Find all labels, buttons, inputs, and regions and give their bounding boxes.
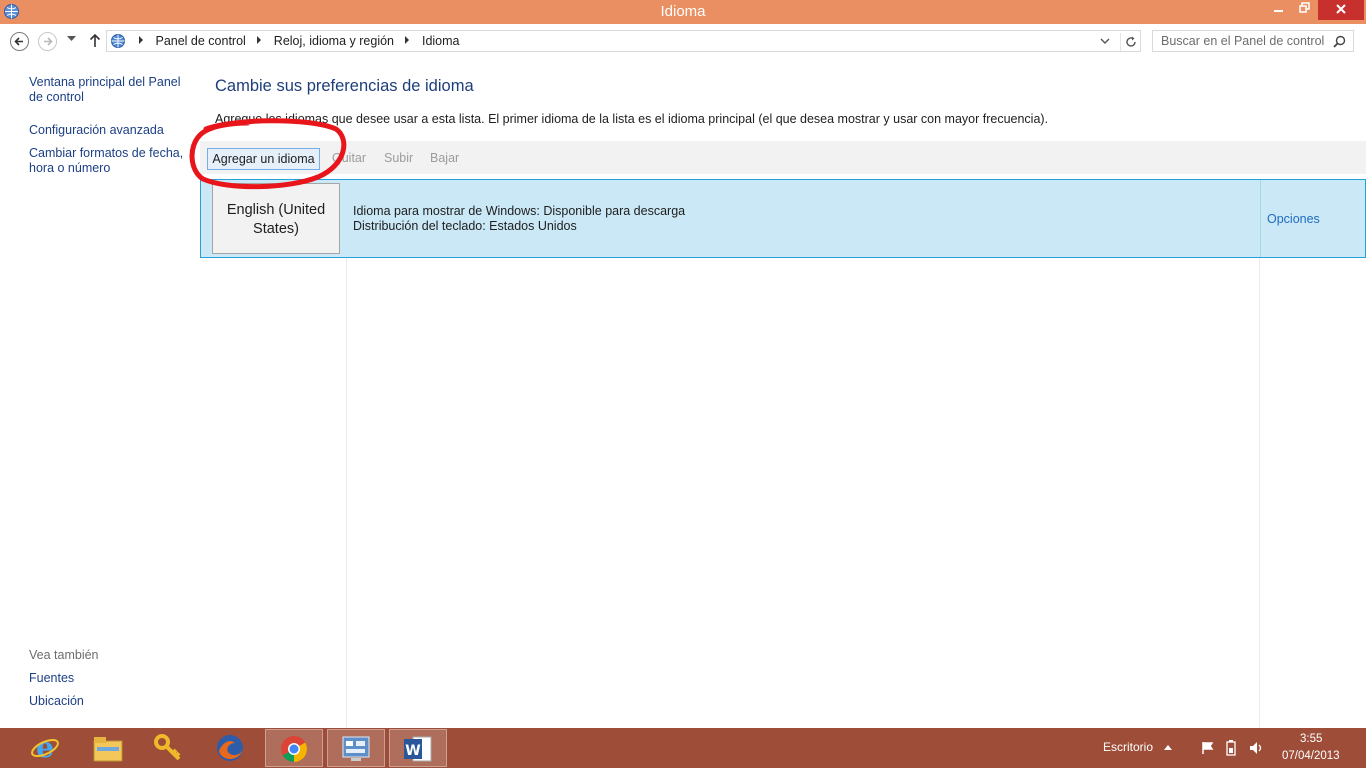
left-navigation-pane: Ventana principal del Panel de control C…	[0, 58, 200, 728]
firefox-icon	[217, 735, 243, 761]
chrome-icon	[281, 736, 307, 762]
breadcrumb-separator-icon[interactable]	[405, 36, 410, 44]
close-icon	[1336, 4, 1346, 14]
minimize-icon	[1273, 10, 1283, 12]
language-display-info: Idioma para mostrar de Windows: Disponib…	[353, 204, 686, 218]
svg-text:W: W	[405, 743, 420, 759]
window-title: Idioma	[660, 3, 706, 20]
link-fonts[interactable]: Fuentes	[29, 671, 197, 686]
language-tile[interactable]: English (United States)	[212, 183, 340, 254]
taskbar-chrome[interactable]	[265, 729, 323, 767]
column-divider	[346, 258, 347, 728]
link-control-panel-home[interactable]: Ventana principal del Panel de control	[29, 75, 197, 105]
taskbar: e W Escritorio 3:55 07/04/2013	[0, 728, 1366, 768]
breadcrumb-language[interactable]: Idioma	[422, 34, 460, 48]
taskbar-file-explorer[interactable]	[79, 729, 137, 767]
power-battery-icon[interactable]	[1223, 740, 1239, 756]
taskbar-firefox[interactable]	[202, 729, 260, 767]
refresh-icon	[1126, 36, 1136, 47]
restore-button[interactable]	[1291, 0, 1318, 20]
arrow-right-icon	[44, 37, 53, 46]
control-panel-globe-icon	[111, 34, 125, 48]
taskbar-internet-explorer[interactable]: e	[17, 729, 75, 767]
search-placeholder: Buscar en el Panel de control	[1161, 34, 1325, 48]
action-center-flag-icon[interactable]	[1201, 741, 1215, 755]
page-title: Cambie sus preferencias de idioma	[215, 77, 474, 95]
tray-chevron-up-icon[interactable]	[1163, 744, 1173, 751]
clock-date[interactable]: 07/04/2013	[1282, 750, 1340, 762]
breadcrumb-clock-language-region[interactable]: Reloj, idioma y región	[274, 34, 394, 48]
internet-explorer-icon: e	[31, 733, 59, 763]
language-details: Idioma para mostrar de Windows: Disponib…	[353, 204, 685, 234]
breadcrumb-separator-icon[interactable]	[139, 36, 143, 44]
breadcrumb-separator-icon[interactable]	[257, 36, 262, 44]
row-divider	[1260, 180, 1261, 257]
move-down-button[interactable]: Bajar	[430, 148, 459, 170]
taskbar-control-panel[interactable]	[327, 729, 385, 767]
volume-speaker-icon[interactable]	[1248, 740, 1264, 756]
address-history-chevron-down-icon[interactable]	[1100, 38, 1110, 45]
restore-icon	[1299, 2, 1310, 13]
title-bar: Idioma	[0, 0, 1366, 24]
back-button[interactable]	[10, 32, 29, 51]
key-utility-icon	[154, 734, 181, 761]
page-description: Agregue los idiomas que desee usar a est…	[215, 112, 1049, 126]
word-icon: W	[404, 736, 432, 762]
see-also-heading: Vea también	[29, 648, 99, 662]
search-input[interactable]: Buscar en el Panel de control	[1152, 30, 1354, 52]
navigation-bar: Panel de control Reloj, idioma y región …	[0, 24, 1366, 58]
refresh-button[interactable]	[1120, 33, 1140, 51]
control-panel-icon	[342, 736, 370, 761]
breadcrumb-control-panel[interactable]: Panel de control	[155, 34, 245, 48]
up-arrow-icon[interactable]	[88, 32, 102, 48]
close-button[interactable]	[1318, 0, 1364, 20]
breadcrumb: Panel de control Reloj, idioma y región …	[131, 34, 460, 48]
recent-locations-chevron-down-icon[interactable]	[67, 36, 76, 42]
forward-button[interactable]	[38, 32, 57, 51]
minimize-button[interactable]	[1265, 0, 1292, 20]
link-location[interactable]: Ubicación	[29, 694, 197, 709]
remove-language-button[interactable]: Quitar	[332, 148, 366, 170]
language-list-area	[200, 258, 1366, 728]
link-advanced-settings[interactable]: Configuración avanzada	[29, 123, 197, 138]
taskbar-word[interactable]: W	[389, 729, 447, 767]
move-up-button[interactable]: Subir	[384, 148, 413, 170]
svg-text:e: e	[36, 733, 54, 763]
clock-time[interactable]: 3:55	[1300, 733, 1322, 745]
language-keyboard-info: Distribución del teclado: Estados Unidos	[353, 219, 577, 233]
arrow-left-icon	[14, 37, 23, 46]
language-toolbar: Agregar un idioma Quitar Subir Bajar	[200, 141, 1366, 174]
file-explorer-icon	[93, 737, 123, 762]
add-language-button[interactable]: Agregar un idioma	[207, 148, 320, 170]
language-options-link[interactable]: Opciones	[1267, 212, 1320, 226]
desktop-toolbar-label[interactable]: Escritorio	[1103, 740, 1153, 754]
column-divider	[1259, 258, 1260, 728]
taskbar-key-utility[interactable]	[140, 729, 198, 767]
address-box[interactable]: Panel de control Reloj, idioma y región …	[106, 30, 1141, 52]
link-change-date-formats[interactable]: Cambiar formatos de fecha, hora o número	[29, 146, 189, 176]
language-row[interactable]: English (United States) Idioma para most…	[200, 179, 1366, 258]
search-icon[interactable]	[1333, 35, 1346, 48]
